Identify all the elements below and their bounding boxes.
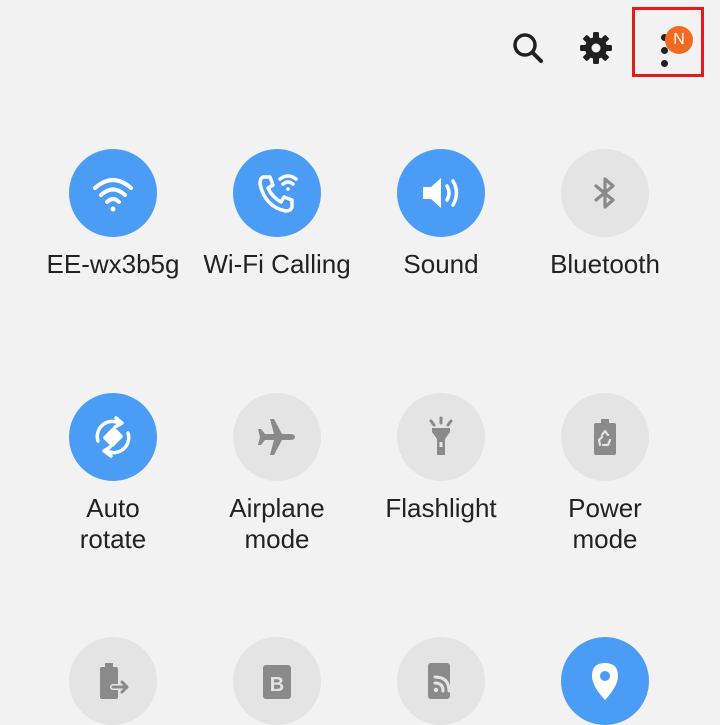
tile-flashlight[interactable]: Flashlight <box>359 393 523 524</box>
tile-airplane-mode[interactable]: Airplane mode <box>195 393 359 555</box>
more-options-button[interactable]: N <box>632 7 704 77</box>
tile-bluetooth[interactable]: Bluetooth <box>523 149 687 280</box>
tile-label: Auto rotate <box>79 493 147 554</box>
tile-label: Airplane mode <box>229 493 325 554</box>
wifi-calling-icon <box>233 149 321 237</box>
power-mode-icon <box>561 393 649 481</box>
flashlight-icon <box>397 393 485 481</box>
tile-label: Wi-Fi Calling <box>203 249 351 279</box>
tile-wifi[interactable]: EE-wx3b5g <box>31 149 195 280</box>
gear-icon[interactable] <box>572 24 620 72</box>
tile-sound[interactable]: Sound <box>359 149 523 280</box>
tile-smart-view[interactable] <box>359 637 523 725</box>
quick-panel-top-bar: N <box>0 0 720 100</box>
location-icon <box>561 637 649 725</box>
svg-text:B: B <box>270 674 284 696</box>
battery-share-icon <box>69 637 157 725</box>
tile-label: EE-wx3b5g <box>46 249 180 279</box>
airplane-icon <box>233 393 321 481</box>
tile-power-mode[interactable]: Power mode <box>523 393 687 555</box>
notification-badge: N <box>665 26 693 54</box>
tile-label: Sound <box>403 249 479 279</box>
tile-bixby-routines[interactable]: B <box>195 637 359 725</box>
bixby-routines-icon: B <box>233 637 321 725</box>
tile-label: Flashlight <box>385 493 497 523</box>
bluetooth-icon <box>561 149 649 237</box>
sound-icon <box>397 149 485 237</box>
tile-label: Bluetooth <box>550 249 660 279</box>
auto-rotate-icon <box>69 393 157 481</box>
search-icon[interactable] <box>504 24 552 72</box>
smart-view-icon <box>397 637 485 725</box>
tile-wifi-calling[interactable]: Wi-Fi Calling <box>195 149 359 280</box>
tile-label: Power mode <box>568 493 642 554</box>
tile-location[interactable] <box>523 637 687 725</box>
tile-battery-share[interactable] <box>31 637 195 725</box>
tile-auto-rotate[interactable]: Auto rotate <box>31 393 195 555</box>
wifi-icon <box>69 149 157 237</box>
